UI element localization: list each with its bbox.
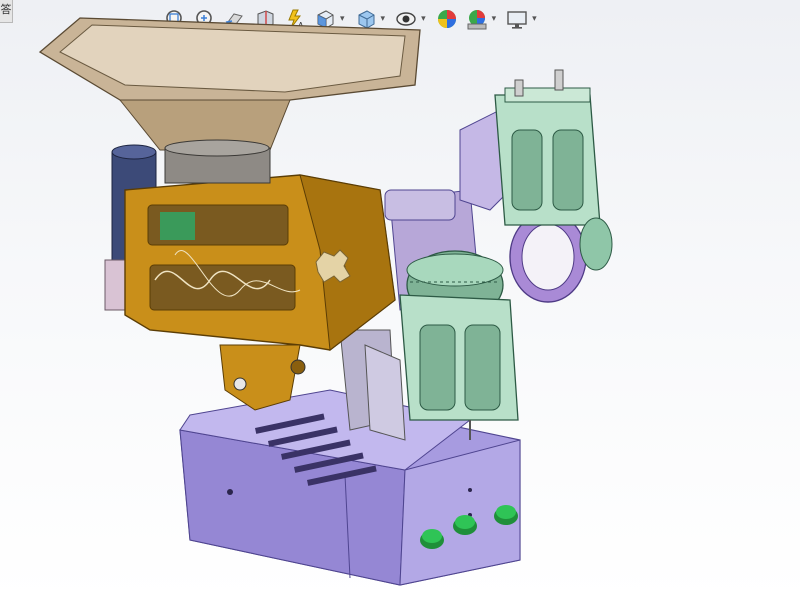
- support-bracket[interactable]: [339, 329, 406, 441]
- graphics-viewport[interactable]: 答 ▾ ▾ ▾ ▾ ▾: [0, 0, 800, 600]
- hopper[interactable]: [38, 17, 421, 184]
- assembly-model[interactable]: [0, 0, 800, 600]
- upper-pulley[interactable]: [579, 217, 613, 271]
- upper-roller-frame[interactable]: [494, 69, 601, 226]
- lower-roller-frame[interactable]: [399, 294, 519, 440]
